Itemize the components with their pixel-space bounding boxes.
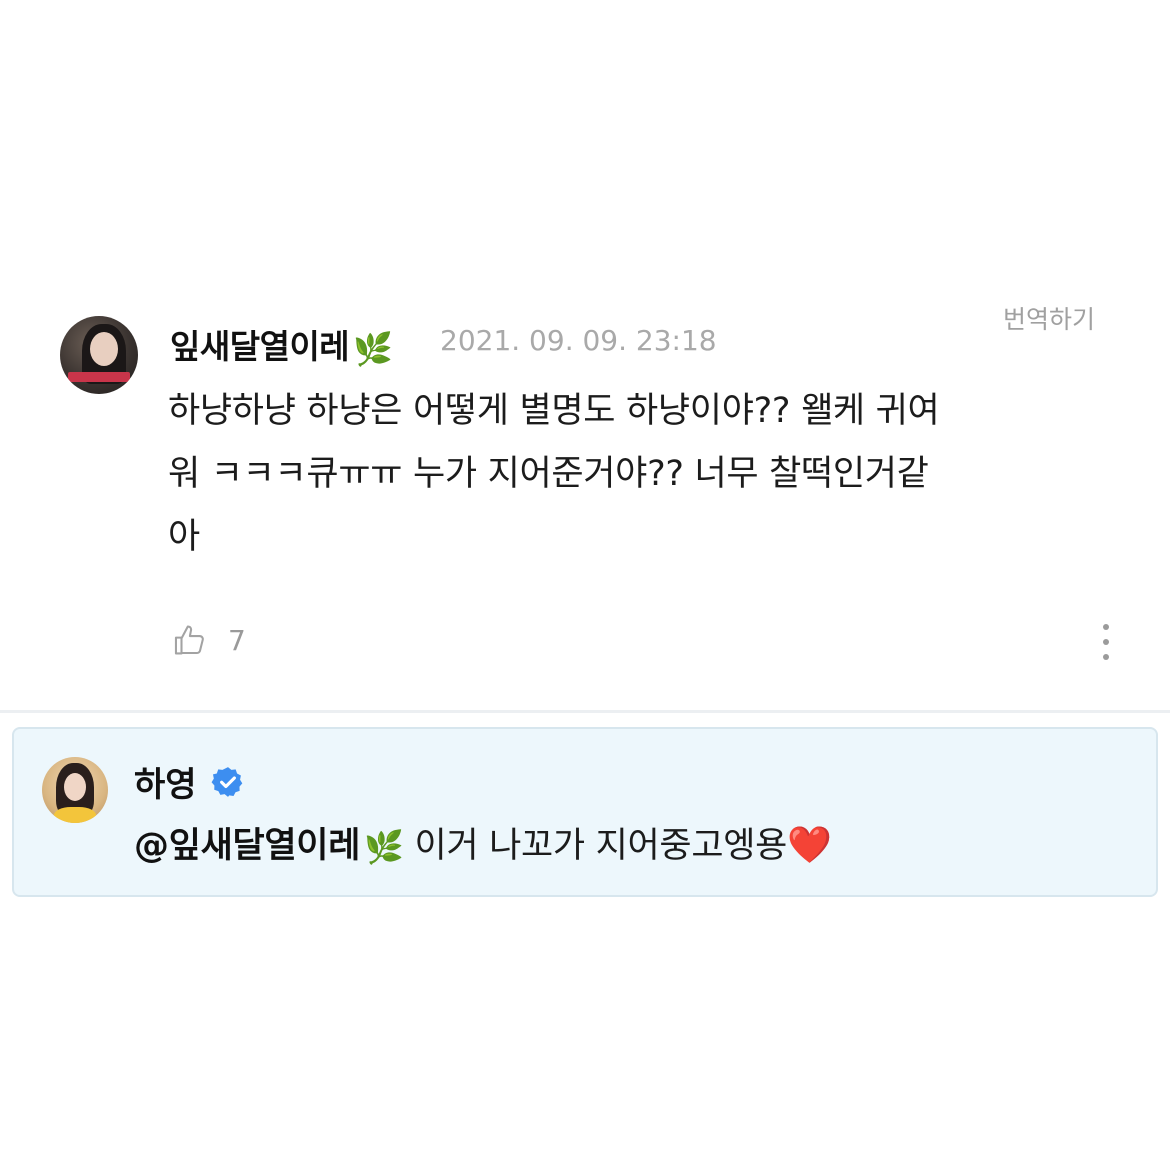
reply-mention[interactable]: @잎새달열이레 🌿	[134, 826, 404, 866]
commenter-username[interactable]: 잎새달열이레 🌿	[170, 320, 393, 368]
reply-avatar[interactable]	[42, 757, 108, 823]
more-dot	[1103, 639, 1109, 645]
commenter-avatar[interactable]	[60, 316, 138, 394]
section-divider	[0, 710, 1170, 713]
avatar-shirt	[54, 807, 96, 823]
like-count: 7	[228, 623, 246, 657]
commenter-username-text: 잎새달열이레	[170, 327, 350, 366]
comment-body: 하냥하냥 하냥은 어떻게 별명도 하냥이야?? 왤케 귀여워 ㅋㅋㅋ큐ㅠㅠ 누가…	[168, 391, 940, 557]
translate-button[interactable]: 번역하기	[1003, 300, 1095, 336]
leaf-emoji-icon: 🌿	[353, 329, 393, 368]
reply-username[interactable]: 하영	[134, 757, 245, 806]
heart-emoji-icon: ❤️	[787, 825, 832, 866]
reply-card: 하영 @잎새달열이레 🌿 이거 나꼬가 지어중고엥용❤️	[12, 727, 1158, 897]
avatar-face	[90, 332, 118, 366]
avatar-face	[64, 773, 86, 801]
more-dot	[1103, 654, 1109, 660]
mention-text: @잎새달열이레	[134, 826, 361, 866]
reply-message: 이거 나꼬가 지어중고엥용	[414, 826, 788, 866]
avatar-caption-strip	[68, 372, 130, 382]
thumbs-up-icon[interactable]	[172, 621, 210, 659]
more-dot	[1103, 624, 1109, 630]
like-button[interactable]: 7	[172, 620, 246, 660]
comment-timestamp: 2021. 09. 09. 23:18	[440, 324, 717, 357]
more-options-button[interactable]	[1096, 624, 1116, 660]
reply-username-text: 하영	[134, 765, 197, 805]
verified-badge-icon	[211, 766, 242, 797]
comment-card: 잎새달열이레 🌿 2021. 09. 09. 23:18 번역하기 하냥하냥 하냥…	[0, 290, 1170, 710]
reply-body: @잎새달열이레 🌿 이거 나꼬가 지어중고엥용❤️	[134, 817, 832, 868]
leaf-emoji-icon: 🌿	[364, 828, 404, 866]
